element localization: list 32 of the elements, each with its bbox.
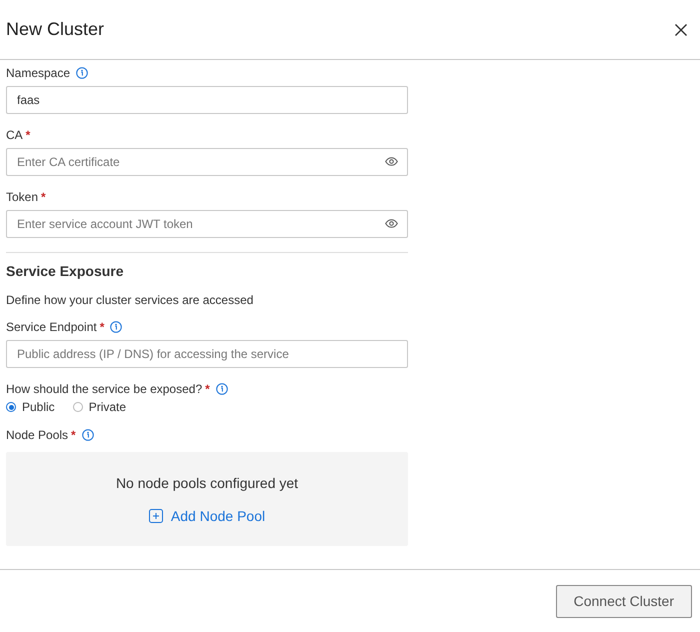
- required-mark: *: [71, 428, 76, 442]
- field-label: Namespace: [6, 66, 70, 80]
- add-node-pool-link[interactable]: Add Node Pool: [148, 508, 266, 524]
- section-title: Service Exposure: [6, 263, 125, 279]
- radio-label[interactable]: Private: [88, 400, 126, 414]
- field-label: Token: [6, 190, 38, 204]
- eye-icon[interactable]: [385, 219, 398, 228]
- info-icon[interactable]: [110, 321, 122, 333]
- info-icon[interactable]: [82, 429, 94, 441]
- required-mark: *: [100, 320, 104, 334]
- secret-field[interactable]: Enter CA certificate: [6, 148, 408, 176]
- required-mark: *: [26, 128, 30, 142]
- radio-button[interactable]: [72, 402, 83, 412]
- radio-button[interactable]: [6, 402, 16, 412]
- field-label: CA: [6, 128, 23, 142]
- empty-message: No node pools configured yet: [116, 474, 298, 490]
- section-description: Define how your cluster services are accessed: [6, 293, 254, 307]
- info-icon[interactable]: [76, 67, 88, 79]
- required-mark: *: [205, 382, 210, 396]
- close-icon[interactable]: [674, 22, 688, 36]
- input-field[interactable]: Public address (IP / DNS) for accessing the service: [6, 340, 408, 368]
- input-field[interactable]: faas: [6, 86, 408, 114]
- info-icon[interactable]: [216, 383, 228, 395]
- field-label: Node Pools: [6, 428, 68, 442]
- secret-field[interactable]: Enter service account JWT token: [6, 210, 408, 238]
- plus-icon: [148, 508, 163, 522]
- radio-label[interactable]: Public: [22, 400, 55, 414]
- dialog-title: New Cluster: [6, 19, 104, 40]
- eye-icon[interactable]: [385, 157, 398, 166]
- field-label: How should the service be exposed?: [6, 382, 202, 396]
- field-label: Service Endpoint: [6, 320, 97, 334]
- required-mark: *: [41, 190, 46, 204]
